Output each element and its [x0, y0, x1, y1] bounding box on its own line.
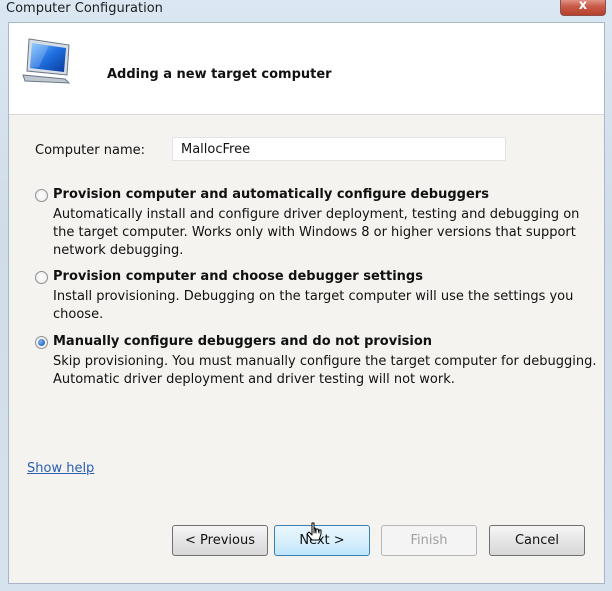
previous-button[interactable]: < Previous — [172, 525, 268, 556]
option-title: Provision computer and automatically con… — [53, 187, 489, 202]
computer-name-input[interactable] — [172, 137, 506, 161]
show-help-link[interactable]: Show help — [27, 461, 94, 476]
option-description: Skip provisioning. You must manually con… — [53, 354, 597, 387]
option-description: Automatically install and configure driv… — [53, 207, 580, 258]
monitor-icon — [22, 38, 71, 84]
option-description: Install provisioning. Debugging on the t… — [53, 289, 574, 322]
option-manual-configure[interactable]: Manually configure debuggers and do not … — [35, 334, 597, 387]
option-title: Manually configure debuggers and do not … — [53, 334, 433, 349]
window-title: Computer Configuration — [6, 1, 163, 16]
page-heading: Adding a new target computer — [107, 67, 332, 82]
cancel-button[interactable]: Cancel — [489, 525, 585, 556]
option-provision-auto[interactable]: Provision computer and automatically con… — [35, 187, 595, 258]
close-button[interactable]: x — [560, 0, 606, 16]
option-title: Provision computer and choose debugger s… — [53, 269, 423, 284]
computer-configuration-dialog: Computer Configuration x Adding a new ta… — [0, 0, 612, 591]
computer-name-label: Computer name: — [35, 143, 146, 158]
radio-provision-choose[interactable] — [35, 271, 48, 284]
radio-manual-configure[interactable] — [35, 336, 48, 349]
wizard-header: Adding a new target computer — [9, 23, 604, 115]
mouse-cursor-icon — [306, 522, 322, 541]
title-bar: Computer Configuration x — [0, 0, 612, 22]
option-provision-choose[interactable]: Provision computer and choose debugger s… — [35, 269, 595, 322]
close-icon: x — [578, 0, 588, 13]
radio-provision-auto[interactable] — [35, 189, 48, 202]
dialog-body: Adding a new target computer Computer na… — [8, 22, 605, 584]
finish-button[interactable]: Finish — [381, 525, 477, 556]
